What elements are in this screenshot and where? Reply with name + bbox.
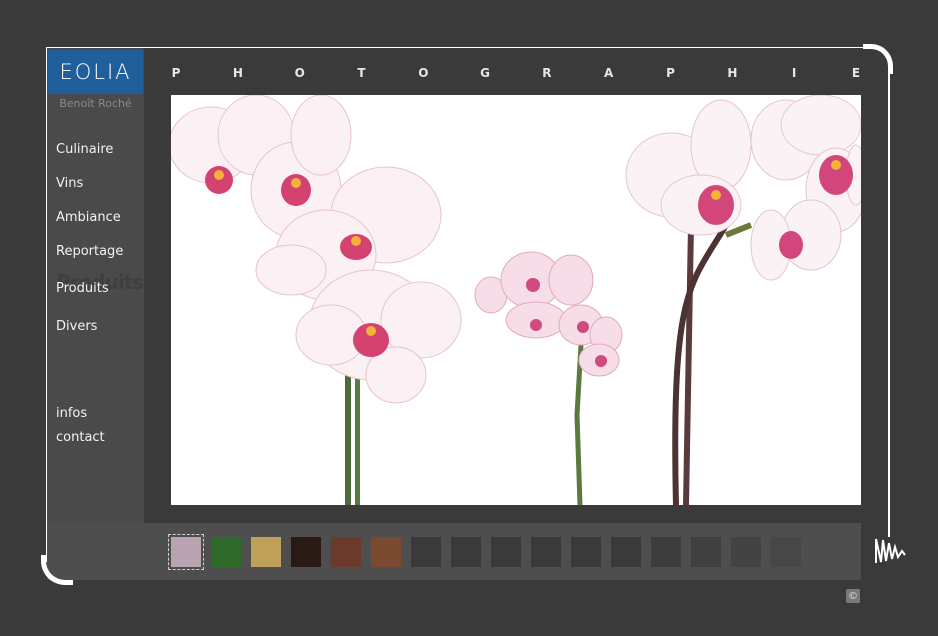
title-letter: H bbox=[232, 66, 243, 80]
scribble-icon bbox=[875, 538, 906, 563]
thumbnail-empty-6[interactable] bbox=[611, 537, 641, 567]
title-letter: P bbox=[666, 66, 675, 80]
thumbnail-empty-7[interactable] bbox=[651, 537, 681, 567]
page-title: PHOTOGRAPHIE bbox=[171, 66, 861, 80]
title-letter: O bbox=[294, 66, 305, 80]
thumbnail-orchid[interactable] bbox=[168, 534, 204, 570]
orchids-image bbox=[171, 95, 861, 505]
frame-left-line bbox=[46, 47, 47, 562]
nav-item-ambiance[interactable]: Ambiance bbox=[56, 210, 121, 225]
title-letter: O bbox=[418, 66, 429, 80]
frame-corner-bottom-left bbox=[41, 555, 73, 585]
title-letter: P bbox=[171, 66, 181, 80]
site-logo[interactable]: EOLIA bbox=[48, 50, 143, 94]
copyright-icon[interactable]: © bbox=[846, 589, 860, 603]
thumbnail-list bbox=[168, 534, 801, 570]
title-letter: R bbox=[542, 66, 552, 80]
nav-item-contact[interactable]: contact bbox=[56, 430, 105, 445]
nav-item-reportage[interactable]: Reportage bbox=[56, 244, 123, 259]
nav-item-infos[interactable]: infos bbox=[56, 406, 87, 421]
frame-right-line bbox=[888, 72, 890, 537]
nav-item-produits[interactable]: Produits bbox=[56, 281, 109, 296]
title-letter: I bbox=[791, 66, 797, 80]
title-letter: A bbox=[604, 66, 614, 80]
thumbnail-empty-2[interactable] bbox=[451, 537, 481, 567]
nav-item-vins[interactable]: Vins bbox=[56, 176, 83, 191]
thumbnail-dark-brown[interactable] bbox=[291, 537, 321, 567]
frame-corner-top-right bbox=[863, 44, 893, 74]
thumbnail-table[interactable] bbox=[371, 537, 401, 567]
sidebar-panel bbox=[47, 48, 144, 579]
thumbnail-empty-9[interactable] bbox=[731, 537, 761, 567]
thumbnail-empty-10[interactable] bbox=[771, 537, 801, 567]
title-letter: E bbox=[851, 66, 861, 80]
title-letter: G bbox=[480, 66, 490, 80]
main-photo[interactable] bbox=[171, 95, 861, 505]
nav-item-culinaire[interactable]: Culinaire bbox=[56, 142, 113, 157]
thumbnail-empty-8[interactable] bbox=[691, 537, 721, 567]
thumbnail-food[interactable] bbox=[331, 537, 361, 567]
frame-top-line bbox=[46, 47, 868, 48]
author-name: Benoît Roché bbox=[59, 97, 132, 110]
thumbnail-straw[interactable] bbox=[251, 537, 281, 567]
thumbnail-empty-4[interactable] bbox=[531, 537, 561, 567]
thumbnail-empty-1[interactable] bbox=[411, 537, 441, 567]
title-letter: T bbox=[357, 66, 366, 80]
thumbnail-leaves[interactable] bbox=[211, 537, 241, 567]
nav-item-divers[interactable]: Divers bbox=[56, 319, 97, 334]
title-letter: H bbox=[727, 66, 738, 80]
thumbnail-empty-5[interactable] bbox=[571, 537, 601, 567]
thumbnail-empty-3[interactable] bbox=[491, 537, 521, 567]
